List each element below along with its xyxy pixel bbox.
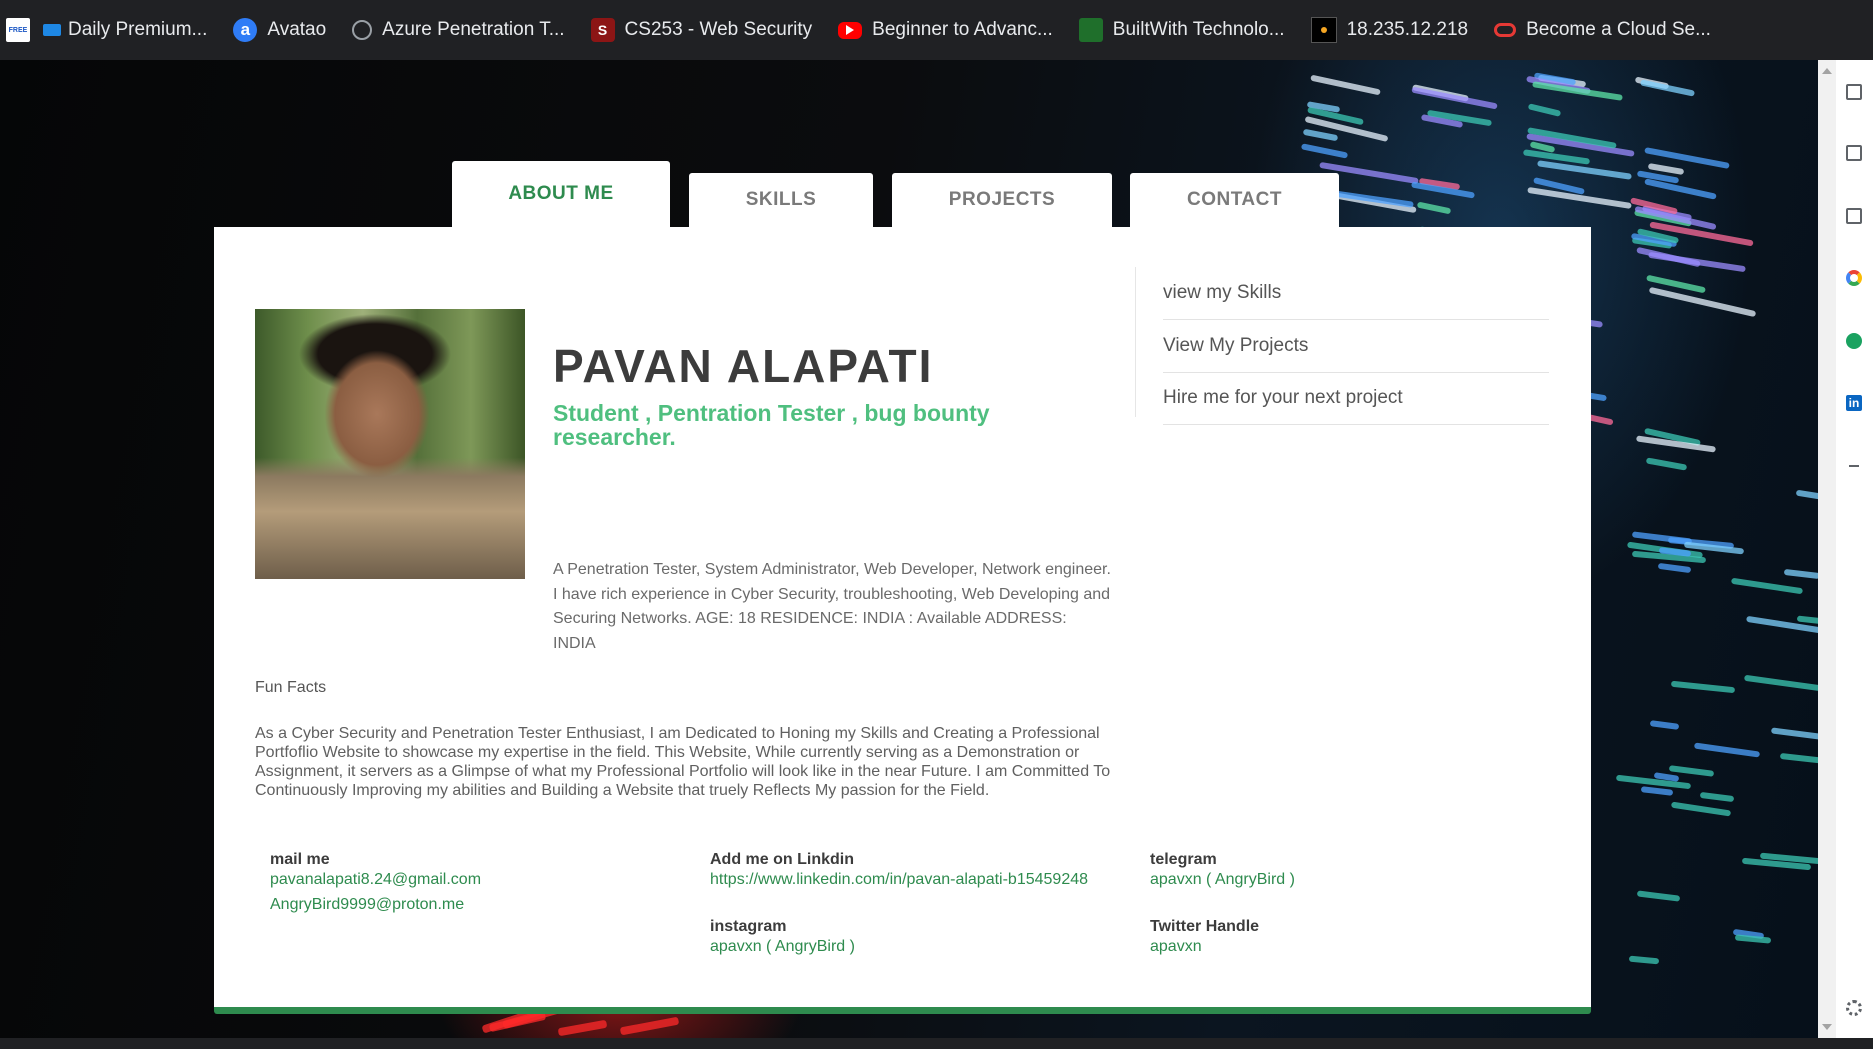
side-menu-view-projects[interactable]: View My Projects	[1163, 320, 1549, 373]
separator-icon	[1849, 465, 1859, 467]
contact-mail: mail me pavanalapati8.24@gmail.com Angry…	[270, 850, 481, 915]
profile-subtitle: Student , Pentration Tester , bug bounty…	[553, 400, 990, 450]
contact-label: instagram	[710, 918, 787, 935]
builtwith-icon	[1078, 18, 1103, 42]
tab-skills[interactable]: SKILLS	[689, 173, 873, 227]
fun-facts-title: Fun Facts	[255, 679, 327, 696]
scroll-down-arrow-icon[interactable]	[1822, 1024, 1832, 1030]
youtube-icon	[838, 21, 863, 39]
bookmark-builtwith[interactable]: BuiltWith Technolo...	[1078, 18, 1285, 42]
telegram-link[interactable]: apavxn ( AngryBird )	[1150, 870, 1295, 890]
page-viewport: ABOUT ME SKILLS PROJECTS CONTACT PAVAN A…	[0, 60, 1818, 1038]
browser-side-panel: in	[1836, 60, 1873, 1038]
profile-bio: A Penetration Tester, System Administrat…	[553, 561, 1111, 652]
contact-instagram: instagram apavxn ( AngryBird )	[710, 917, 855, 957]
bookmark-ip[interactable]: 18.235.12.218	[1310, 17, 1469, 43]
bookmarks-panel-icon[interactable]	[1846, 145, 1862, 161]
instagram-link[interactable]: apavxn ( AngryBird )	[710, 937, 855, 957]
bookmarks-bar: FREE Daily Premium... a Avatao Azure Pen…	[0, 0, 1873, 60]
tab-label: ABOUT ME	[508, 183, 614, 204]
contact-telegram: telegram apavxn ( AngryBird )	[1150, 850, 1295, 890]
linkedin-icon[interactable]: in	[1846, 395, 1862, 411]
linkedin-link[interactable]: https://www.linkedin.com/in/pavan-alapat…	[710, 870, 1088, 890]
bookmark-label: Become a Cloud Se...	[1526, 19, 1711, 40]
tab-projects[interactable]: PROJECTS	[892, 173, 1112, 227]
bottom-bar	[0, 1038, 1873, 1049]
email-link[interactable]: AngryBird9999@proton.me	[270, 895, 481, 915]
profile-photo	[255, 309, 525, 579]
profile-name: PAVAN ALAPATI	[553, 340, 934, 392]
side-menu-label: view my Skills	[1163, 282, 1282, 303]
tab-label: CONTACT	[1187, 189, 1282, 210]
ticket-icon	[43, 24, 61, 36]
bookmark-label: Azure Penetration T...	[382, 19, 565, 40]
contact-linkedin: Add me on Linkdin https://www.linkedin.c…	[710, 850, 1088, 890]
bookmark-label: Avatao	[267, 19, 327, 40]
side-menu-label: Hire me for your next project	[1163, 387, 1403, 408]
reading-list-icon[interactable]	[1846, 84, 1862, 100]
contact-label: telegram	[1150, 851, 1217, 868]
tab-contact[interactable]: CONTACT	[1130, 173, 1339, 227]
contact-label: mail me	[270, 851, 330, 868]
twitter-link[interactable]: apavxn	[1150, 937, 1259, 957]
free-badge-icon: FREE	[6, 18, 30, 42]
ip-icon	[1310, 17, 1337, 43]
tab-label: PROJECTS	[948, 189, 1056, 210]
bookmark-label: Daily Premium...	[68, 19, 208, 40]
side-menu-hire-me[interactable]: Hire me for your next project	[1163, 372, 1549, 425]
side-menu: view my Skills View My Projects Hire me …	[1135, 267, 1556, 425]
bookmark-label: BuiltWith Technolo...	[1112, 19, 1285, 40]
scroll-up-arrow-icon[interactable]	[1822, 68, 1832, 74]
contact-label: Add me on Linkdin	[710, 851, 854, 868]
fun-facts-text: As a Cyber Security and Penetration Test…	[255, 725, 1111, 799]
bookmark-label: Beginner to Advanc...	[872, 19, 1053, 40]
tab-label: SKILLS	[745, 189, 817, 210]
side-menu-label: View My Projects	[1163, 335, 1309, 356]
bookmark-azure[interactable]: Azure Penetration T...	[352, 19, 565, 41]
tab-about-me[interactable]: ABOUT ME	[452, 161, 670, 227]
bookmark-label: CS253 - Web Security	[624, 19, 813, 40]
oracle-icon	[1494, 23, 1517, 37]
side-menu-view-skills[interactable]: view my Skills	[1163, 267, 1549, 320]
bookmark-cloud[interactable]: Become a Cloud Se...	[1494, 19, 1711, 41]
avatao-icon: a	[233, 18, 258, 42]
email-link[interactable]: pavanalapati8.24@gmail.com	[270, 870, 481, 890]
bookmark-cs253[interactable]: S CS253 - Web Security	[590, 18, 813, 42]
google-icon[interactable]	[1846, 270, 1862, 286]
globe-icon	[352, 20, 373, 40]
bookmark-daily-premium[interactable]: FREE Daily Premium...	[6, 18, 207, 42]
contact-label: Twitter Handle	[1150, 918, 1260, 935]
history-icon[interactable]	[1846, 208, 1862, 224]
contact-twitter: Twitter Handle apavxn	[1150, 917, 1259, 957]
about-card: PAVAN ALAPATI Student , Pentration Teste…	[214, 227, 1591, 1014]
bookmark-label: 18.235.12.218	[1346, 19, 1469, 40]
gear-icon[interactable]	[1846, 1000, 1862, 1016]
bookmark-avatao[interactable]: a Avatao	[233, 18, 326, 42]
vertical-scrollbar[interactable]	[1818, 60, 1836, 1038]
stanford-icon: S	[590, 18, 615, 42]
bookmark-youtube[interactable]: Beginner to Advanc...	[838, 19, 1053, 41]
extension-icon[interactable]	[1846, 333, 1862, 349]
